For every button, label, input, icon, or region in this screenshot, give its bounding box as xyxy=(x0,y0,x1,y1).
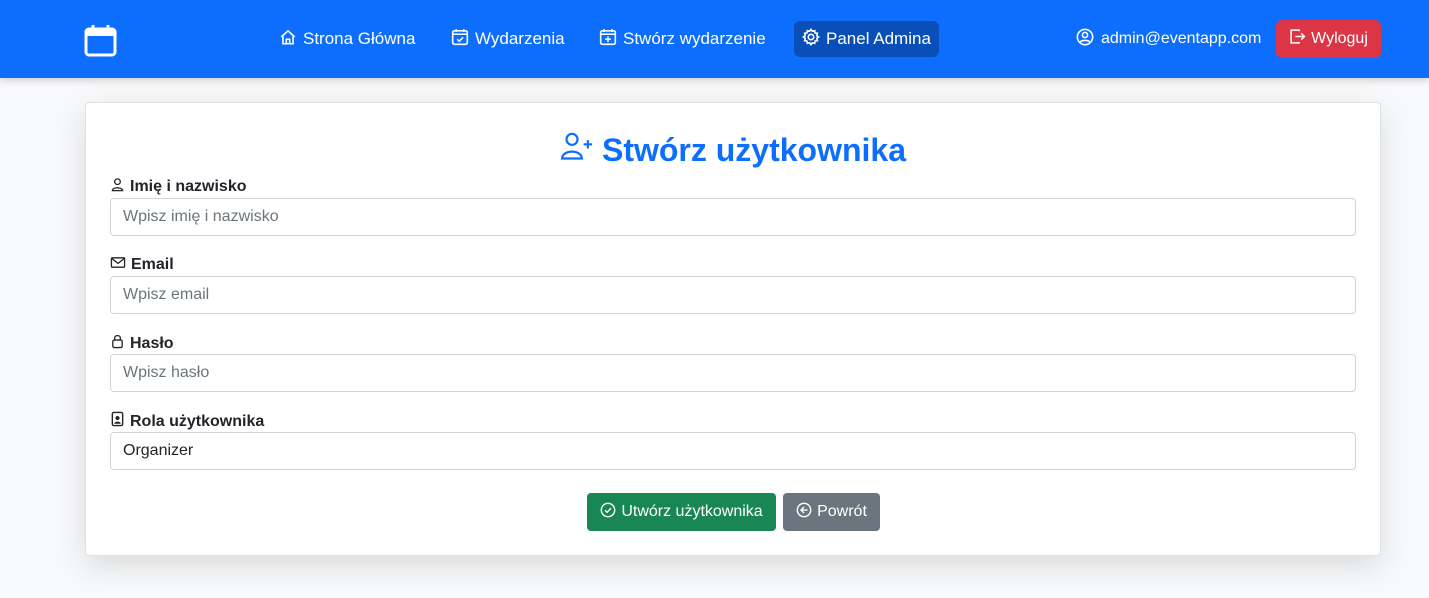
calendar-icon[interactable] xyxy=(84,24,118,58)
lock-icon xyxy=(110,333,125,354)
password-field[interactable] xyxy=(110,354,1356,392)
email-label: Email xyxy=(110,255,174,275)
nav-item-admin-panel[interactable]: Panel Admina xyxy=(794,21,939,57)
name-label-text: Imię i nazwisko xyxy=(130,178,247,195)
nav-item-label: Stwórz wydarzenie xyxy=(623,29,766,48)
title-text: Stwórz użytkownika xyxy=(601,131,907,168)
logout-icon xyxy=(1289,28,1306,50)
check-circle-icon xyxy=(600,502,616,523)
nav-item-label: Wydarzenia xyxy=(475,29,565,48)
page-title: Stwórz użytkownika xyxy=(86,131,1380,169)
nav-item-create-event[interactable]: Stwórz wydarzenie xyxy=(591,21,774,57)
role-select[interactable]: Organizer xyxy=(110,432,1356,470)
person-icon xyxy=(110,177,125,197)
role-label-text: Rola użytkownika xyxy=(130,412,265,430)
role-label: Rola użytkownika xyxy=(110,411,264,432)
password-label: Hasło xyxy=(110,333,174,354)
logout-label: Wyloguj xyxy=(1311,30,1368,47)
email-field[interactable] xyxy=(110,276,1356,314)
user-circle-icon xyxy=(1076,28,1094,51)
role-select-value: Organizer xyxy=(123,442,194,459)
arrow-left-circle-icon xyxy=(796,502,812,523)
nav-item-label: Panel Admina xyxy=(826,29,931,48)
nav-item-events[interactable]: Wydarzenia xyxy=(443,21,573,57)
person-plus-icon xyxy=(560,131,594,169)
nav-item-label: Strona Główna xyxy=(303,29,416,48)
envelope-icon xyxy=(110,255,126,275)
create-user-button[interactable]: Utwórz użytkownika xyxy=(587,493,776,531)
back-button[interactable]: Powrót xyxy=(783,493,880,531)
person-badge-icon xyxy=(110,411,125,432)
create-user-label: Utwórz użytkownika xyxy=(621,503,763,520)
navbar: Strona Główna Wydarzenia Stwórz wydarzen… xyxy=(0,0,1429,78)
logout-button[interactable]: Wyloguj xyxy=(1276,20,1381,58)
calendar-plus-icon xyxy=(599,28,617,51)
email-label-text: Email xyxy=(131,256,174,273)
calendar-check-icon xyxy=(451,28,469,51)
back-label: Powrót xyxy=(817,503,867,520)
gear-icon xyxy=(801,27,821,51)
name-label: Imię i nazwisko xyxy=(110,177,246,197)
create-user-card: Stwórz użytkownika Imię i nazwisko Email… xyxy=(85,102,1381,556)
user-email: admin@eventapp.com xyxy=(1101,30,1262,47)
nav-item-home[interactable]: Strona Główna xyxy=(271,21,423,57)
name-field[interactable] xyxy=(110,198,1356,236)
password-label-text: Hasło xyxy=(130,334,174,352)
house-icon xyxy=(279,28,297,51)
user-info: admin@eventapp.com xyxy=(1076,21,1261,57)
